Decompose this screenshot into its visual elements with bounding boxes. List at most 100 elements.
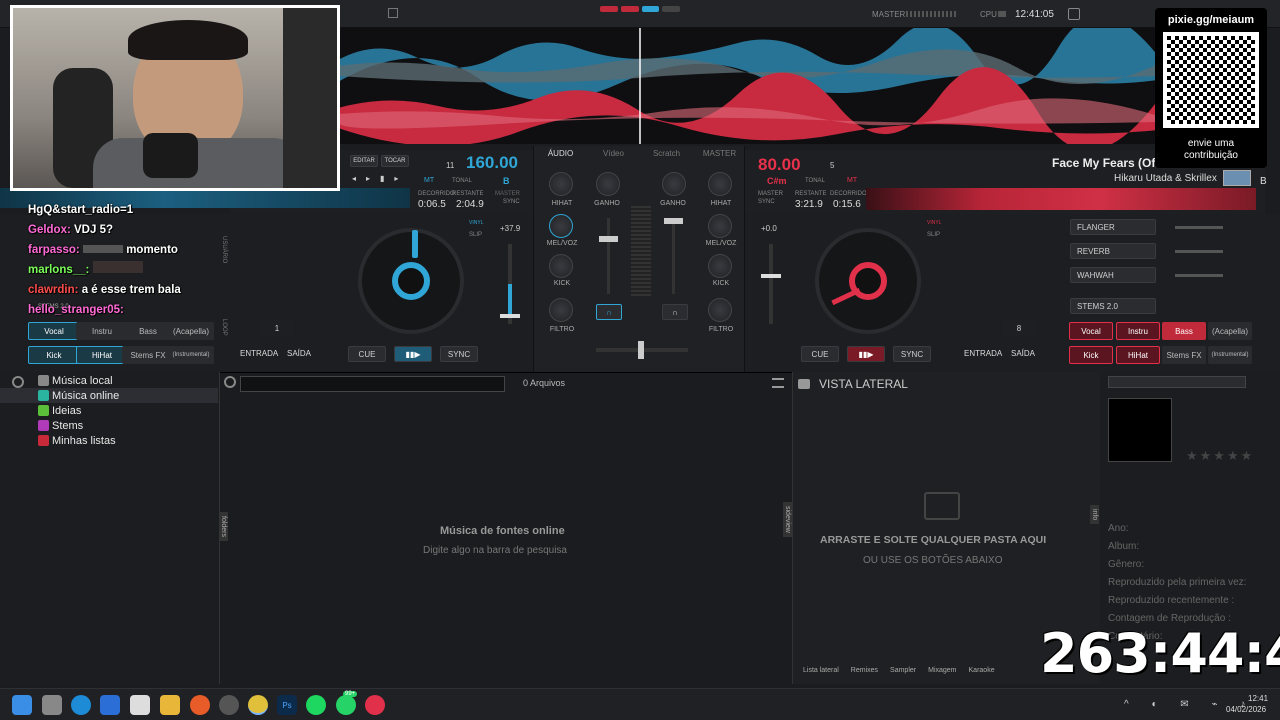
search-icon[interactable] xyxy=(224,376,236,388)
mt-label[interactable]: MT xyxy=(847,177,857,184)
sidebar-item-stems[interactable]: Stems xyxy=(0,418,218,433)
photoshop-icon[interactable]: Ps xyxy=(277,695,297,715)
pad-instrumental[interactable]: (Instrumental) xyxy=(1208,346,1252,364)
tab-audio[interactable]: ÁUDIO xyxy=(534,146,587,162)
sidebar-item-ideias[interactable]: Ideias xyxy=(0,403,218,418)
jog-wheel[interactable] xyxy=(815,228,921,334)
melvoz-knob-left[interactable] xyxy=(549,214,573,238)
transport-mini-icons[interactable]: ◂▸▮▸ xyxy=(352,174,408,183)
play-pause-button[interactable]: ▮▮▶ xyxy=(394,346,432,362)
pad-bass[interactable]: Bass xyxy=(1162,322,1206,340)
fx-slider-1[interactable] xyxy=(1175,226,1223,229)
key-display[interactable]: C#m xyxy=(767,176,787,186)
play-pause-button[interactable]: ▮▮▶ xyxy=(847,346,885,362)
fx-select-3[interactable]: WAHWAH xyxy=(1070,267,1156,283)
start-icon[interactable] xyxy=(12,695,32,715)
tab-mixagem[interactable]: Mixagem xyxy=(928,667,956,674)
app-icon[interactable] xyxy=(219,695,239,715)
tab-sampler[interactable]: Sampler xyxy=(890,667,916,674)
pad-bass[interactable]: Bass xyxy=(122,322,174,340)
tab-scratch[interactable]: Scratch xyxy=(640,146,693,162)
master-toggle[interactable]: MASTER xyxy=(758,191,783,197)
pad-instru[interactable]: Instru xyxy=(76,322,128,340)
pad-acapella[interactable]: (Acapella) xyxy=(1208,322,1252,340)
sync-button[interactable]: SYNC xyxy=(893,346,931,362)
layout-switcher[interactable] xyxy=(600,6,680,22)
pad-stems-fx[interactable]: Stems FX xyxy=(122,346,174,364)
hihat-knob-left[interactable] xyxy=(549,172,573,196)
melvoz-knob-right[interactable] xyxy=(708,214,732,238)
pad-hihat[interactable]: HiHat xyxy=(1116,346,1160,364)
filter-knob-left[interactable] xyxy=(549,298,573,322)
tab-remixes[interactable]: Remixes xyxy=(851,667,878,674)
store-icon[interactable] xyxy=(130,695,150,715)
brave-icon[interactable] xyxy=(190,695,210,715)
sidebar-item-musica-online[interactable]: Música online xyxy=(0,388,218,403)
jog-wheel[interactable] xyxy=(358,228,464,334)
sync-toggle[interactable]: SYNC xyxy=(503,199,520,205)
sync-toggle[interactable]: SYNC xyxy=(758,199,775,205)
outlook-icon[interactable] xyxy=(100,695,120,715)
vinyl-toggle[interactable]: VINYL xyxy=(927,220,941,226)
rating-stars[interactable]: ★★★★★ xyxy=(1186,448,1254,464)
folders-tab[interactable]: folders xyxy=(219,512,228,542)
loop-out-button[interactable]: SAÍDA xyxy=(287,349,311,358)
loop-out-button[interactable]: SAÍDA xyxy=(1011,349,1035,358)
sideview-tab[interactable]: sideview xyxy=(783,502,792,537)
gain-knob-right[interactable] xyxy=(662,172,686,196)
play-mode-button[interactable]: TOCAR xyxy=(381,155,409,167)
bpm-display[interactable]: 160.00 xyxy=(466,153,518,173)
sidebar-item-musica-local[interactable]: Música local xyxy=(0,373,218,388)
fx-select-1[interactable]: FLANGER xyxy=(1070,219,1156,235)
pitch-slider[interactable] xyxy=(761,244,781,324)
volume-fader-left[interactable] xyxy=(599,218,618,294)
pad-hihat[interactable]: HiHat xyxy=(76,346,128,364)
slip-toggle[interactable]: SLIP xyxy=(927,232,940,238)
preview-player[interactable] xyxy=(1108,376,1246,388)
file-explorer-icon[interactable] xyxy=(160,695,180,715)
key-display[interactable]: B xyxy=(503,176,510,186)
loop-in-button[interactable]: ENTRADA xyxy=(964,349,1002,358)
pad-instrumental[interactable]: (Instrumental) xyxy=(168,346,214,364)
vinyl-toggle[interactable]: VINYL xyxy=(469,220,483,226)
spotify-icon[interactable] xyxy=(306,695,326,715)
sync-button[interactable]: SYNC xyxy=(440,346,478,362)
list-view-icon[interactable] xyxy=(772,378,784,388)
chrome-icon[interactable] xyxy=(248,695,268,715)
cue-button[interactable]: CUE xyxy=(348,346,386,362)
loop-size[interactable]: 1 xyxy=(260,320,294,336)
kick-knob-left[interactable] xyxy=(549,254,573,278)
mt-label[interactable]: MT xyxy=(424,177,434,184)
pad-stems-fx[interactable]: Stems FX xyxy=(1162,346,1206,364)
pad-acapella[interactable]: (Acapella) xyxy=(168,322,214,340)
loop-size[interactable]: 8 xyxy=(1002,320,1036,336)
pad-kick[interactable]: Kick xyxy=(28,346,80,364)
whatsapp-icon[interactable] xyxy=(336,695,356,715)
sidebar-item-minhas-listas[interactable]: Minhas listas xyxy=(0,433,218,448)
headphone-left[interactable]: ∩ xyxy=(596,304,622,320)
pad-instru[interactable]: Instru xyxy=(1116,322,1160,340)
kick-knob-right[interactable] xyxy=(708,254,732,278)
settings-icon[interactable] xyxy=(1068,8,1080,20)
task-view-icon[interactable] xyxy=(42,695,62,715)
gain-knob-left[interactable] xyxy=(596,172,620,196)
edit-button[interactable]: EDITAR xyxy=(350,155,378,167)
stems-select[interactable]: STEMS 2.0 xyxy=(1070,298,1156,314)
master-toggle[interactable]: MASTER xyxy=(495,191,520,197)
virtualdj-icon[interactable] xyxy=(365,695,385,715)
fx-slider-2[interactable] xyxy=(1175,250,1223,253)
waveform-overview[interactable] xyxy=(338,28,1158,144)
tab-lista-lateral[interactable]: Lista lateral xyxy=(803,667,839,674)
hihat-knob-right[interactable] xyxy=(708,172,732,196)
cue-button[interactable]: CUE xyxy=(801,346,839,362)
filter-knob-right[interactable] xyxy=(708,298,732,322)
pitch-slider[interactable] xyxy=(500,244,520,324)
info-tab[interactable]: info xyxy=(1090,505,1099,525)
cube-icon[interactable] xyxy=(388,8,398,18)
edge-icon[interactable] xyxy=(71,695,91,715)
slip-toggle[interactable]: SLIP xyxy=(469,232,482,238)
tab-karaoke[interactable]: Karaoke xyxy=(969,667,995,674)
pad-vocal[interactable]: Vocal xyxy=(1069,322,1113,340)
fx-slider-3[interactable] xyxy=(1175,274,1223,277)
search-input[interactable] xyxy=(240,376,505,392)
